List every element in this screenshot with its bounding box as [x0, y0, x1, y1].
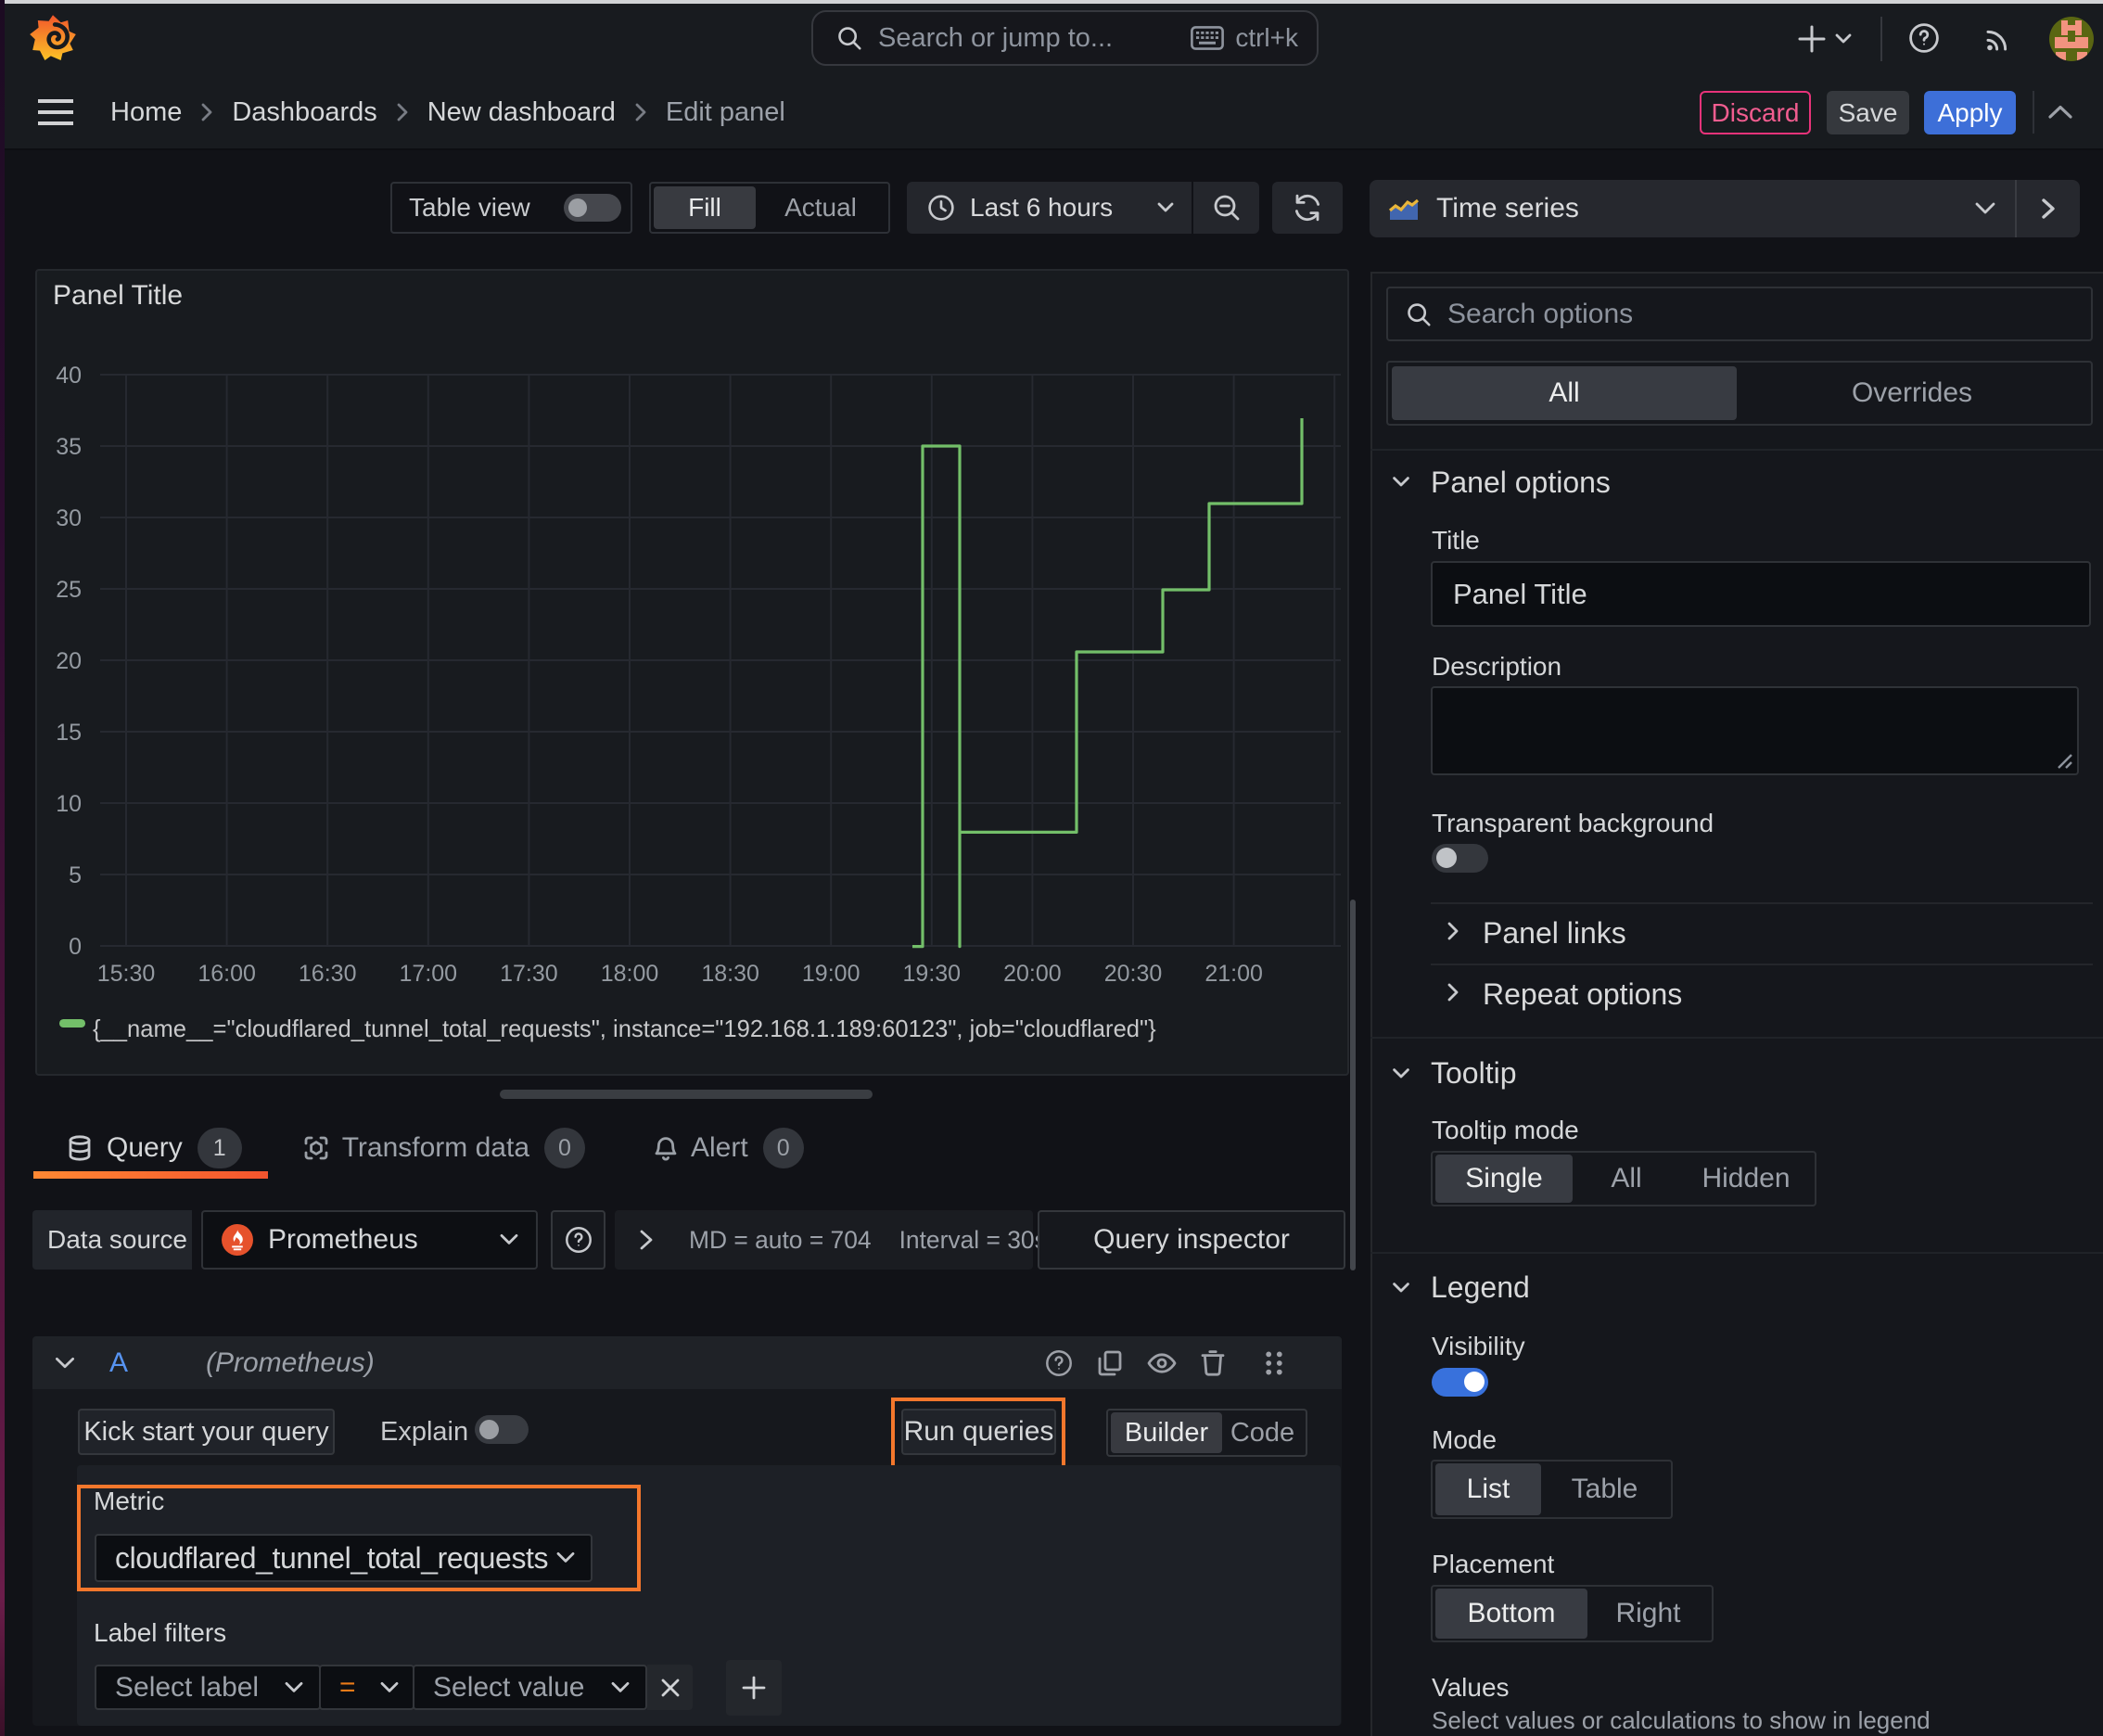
svg-text:17:30: 17:30: [500, 961, 558, 987]
svg-text:19:00: 19:00: [802, 961, 860, 987]
svg-text:20: 20: [56, 648, 82, 674]
svg-text:0: 0: [69, 934, 82, 960]
svg-text:40: 40: [56, 363, 82, 389]
svg-text:21:00: 21:00: [1204, 961, 1263, 987]
svg-text:{__name__="cloudflared_tunnel_: {__name__="cloudflared_tunnel_total_requ…: [93, 1016, 1156, 1042]
svg-text:20:30: 20:30: [1104, 961, 1163, 987]
svg-text:30: 30: [56, 505, 82, 531]
svg-text:17:00: 17:00: [400, 961, 458, 987]
svg-text:19:30: 19:30: [903, 961, 962, 987]
svg-text:5: 5: [69, 862, 82, 888]
svg-text:18:00: 18:00: [601, 961, 659, 987]
svg-text:25: 25: [56, 577, 82, 603]
svg-text:15: 15: [56, 720, 82, 746]
svg-text:16:00: 16:00: [198, 961, 256, 987]
svg-text:16:30: 16:30: [299, 961, 357, 987]
svg-text:15:30: 15:30: [97, 961, 156, 987]
svg-text:20:00: 20:00: [1003, 961, 1062, 987]
svg-text:35: 35: [56, 434, 82, 460]
svg-text:18:30: 18:30: [701, 961, 759, 987]
svg-text:10: 10: [56, 791, 82, 817]
